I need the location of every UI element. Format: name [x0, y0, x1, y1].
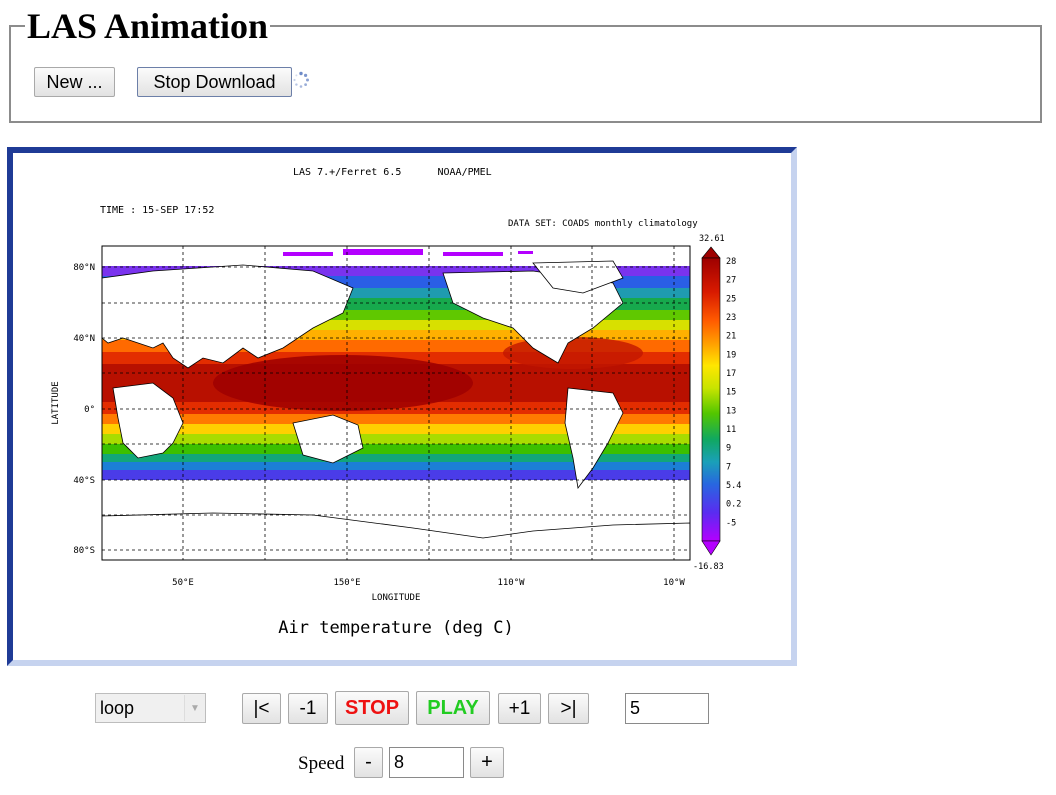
- colorbar-tick-label: 5.4: [726, 481, 741, 491]
- colorbar-tick-label: 21: [726, 332, 736, 342]
- colorbar-tick-label: 7: [726, 462, 731, 472]
- colorbar-tick-label: 17: [726, 369, 736, 379]
- lat-tick-label: 0°: [84, 405, 95, 415]
- variable-title: Air temperature (deg C): [278, 618, 513, 638]
- colorbar-tick-label: 15: [726, 388, 736, 398]
- temperature-map-plot: LAS 7.+/Ferret 6.5 NOAA/PMEL TIME : 15-S…: [51, 167, 741, 638]
- colorbar: 28 27 25 23 21 19 17 15 13 11 9 7 5.4 0.2 -5 32.61 -16…: [693, 234, 741, 572]
- colorbar-tick-label: 0.2: [726, 500, 741, 510]
- speed-decrease-button[interactable]: -: [354, 747, 383, 778]
- colorbar-max-label: 32.61: [699, 234, 725, 244]
- lat-tick-label: 80°N: [73, 263, 95, 273]
- play-animation-button[interactable]: PLAY: [416, 691, 490, 725]
- loop-mode-value: loop: [100, 697, 135, 718]
- plot-header-label: LAS 7.+/Ferret 6.5 NOAA/PMEL: [293, 167, 492, 178]
- y-axis-label: LATITUDE: [51, 381, 61, 424]
- colorbar-tick-label: 19: [726, 350, 736, 360]
- colorbar-tick-label: 13: [726, 406, 736, 416]
- new-button[interactable]: New ...: [34, 67, 115, 97]
- lon-tick-label: 10°W: [663, 578, 685, 588]
- lat-tick-label: 80°S: [73, 546, 95, 556]
- speed-label: Speed: [298, 753, 345, 774]
- page-title: LAS Animation: [27, 6, 269, 46]
- previous-frame-button[interactable]: -1: [288, 693, 328, 724]
- lon-tick-label: 110°W: [497, 578, 525, 588]
- lat-tick-label: 40°N: [73, 334, 95, 344]
- colorbar-tick-label: 11: [726, 425, 736, 435]
- frame-number-input[interactable]: 5: [625, 693, 709, 724]
- dataset-label: DATA SET: COADS monthly climatology: [508, 219, 698, 229]
- loop-mode-select[interactable]: loop ▼: [95, 693, 206, 723]
- stop-download-button[interactable]: Stop Download: [137, 67, 292, 97]
- lon-tick-label: 50°E: [172, 578, 194, 588]
- x-axis-label: LONGITUDE: [372, 593, 421, 603]
- last-frame-button[interactable]: >|: [548, 693, 589, 724]
- time-label: TIME : 15-SEP 17:52: [100, 205, 214, 216]
- frame-number-value: 5: [630, 698, 641, 718]
- colorbar-tick-label: -5: [726, 518, 736, 528]
- colorbar-tick-label: 25: [726, 294, 736, 304]
- speed-increase-button[interactable]: +: [470, 747, 504, 778]
- stop-animation-button[interactable]: STOP: [335, 691, 409, 725]
- speed-value: 8: [394, 752, 405, 772]
- chevron-down-icon: ▼: [184, 695, 205, 721]
- first-frame-button[interactable]: |<: [242, 693, 281, 724]
- next-frame-button[interactable]: +1: [498, 693, 541, 724]
- animation-frame: LAS 7.+/Ferret 6.5 NOAA/PMEL TIME : 15-S…: [7, 147, 797, 666]
- colorbar-tick-label: 27: [726, 276, 736, 286]
- las-animation-panel: LAS Animation: [9, 8, 1042, 123]
- lon-tick-label: 150°E: [333, 578, 360, 588]
- lat-tick-label: 40°S: [73, 476, 95, 486]
- colorbar-tick-label: 28: [726, 257, 736, 267]
- colorbar-tick-label: 23: [726, 313, 736, 323]
- speed-input[interactable]: 8: [389, 747, 464, 778]
- loading-spinner-icon: [293, 71, 309, 88]
- colorbar-min-label: -16.83: [693, 562, 724, 572]
- colorbar-tick-label: 9: [726, 444, 731, 454]
